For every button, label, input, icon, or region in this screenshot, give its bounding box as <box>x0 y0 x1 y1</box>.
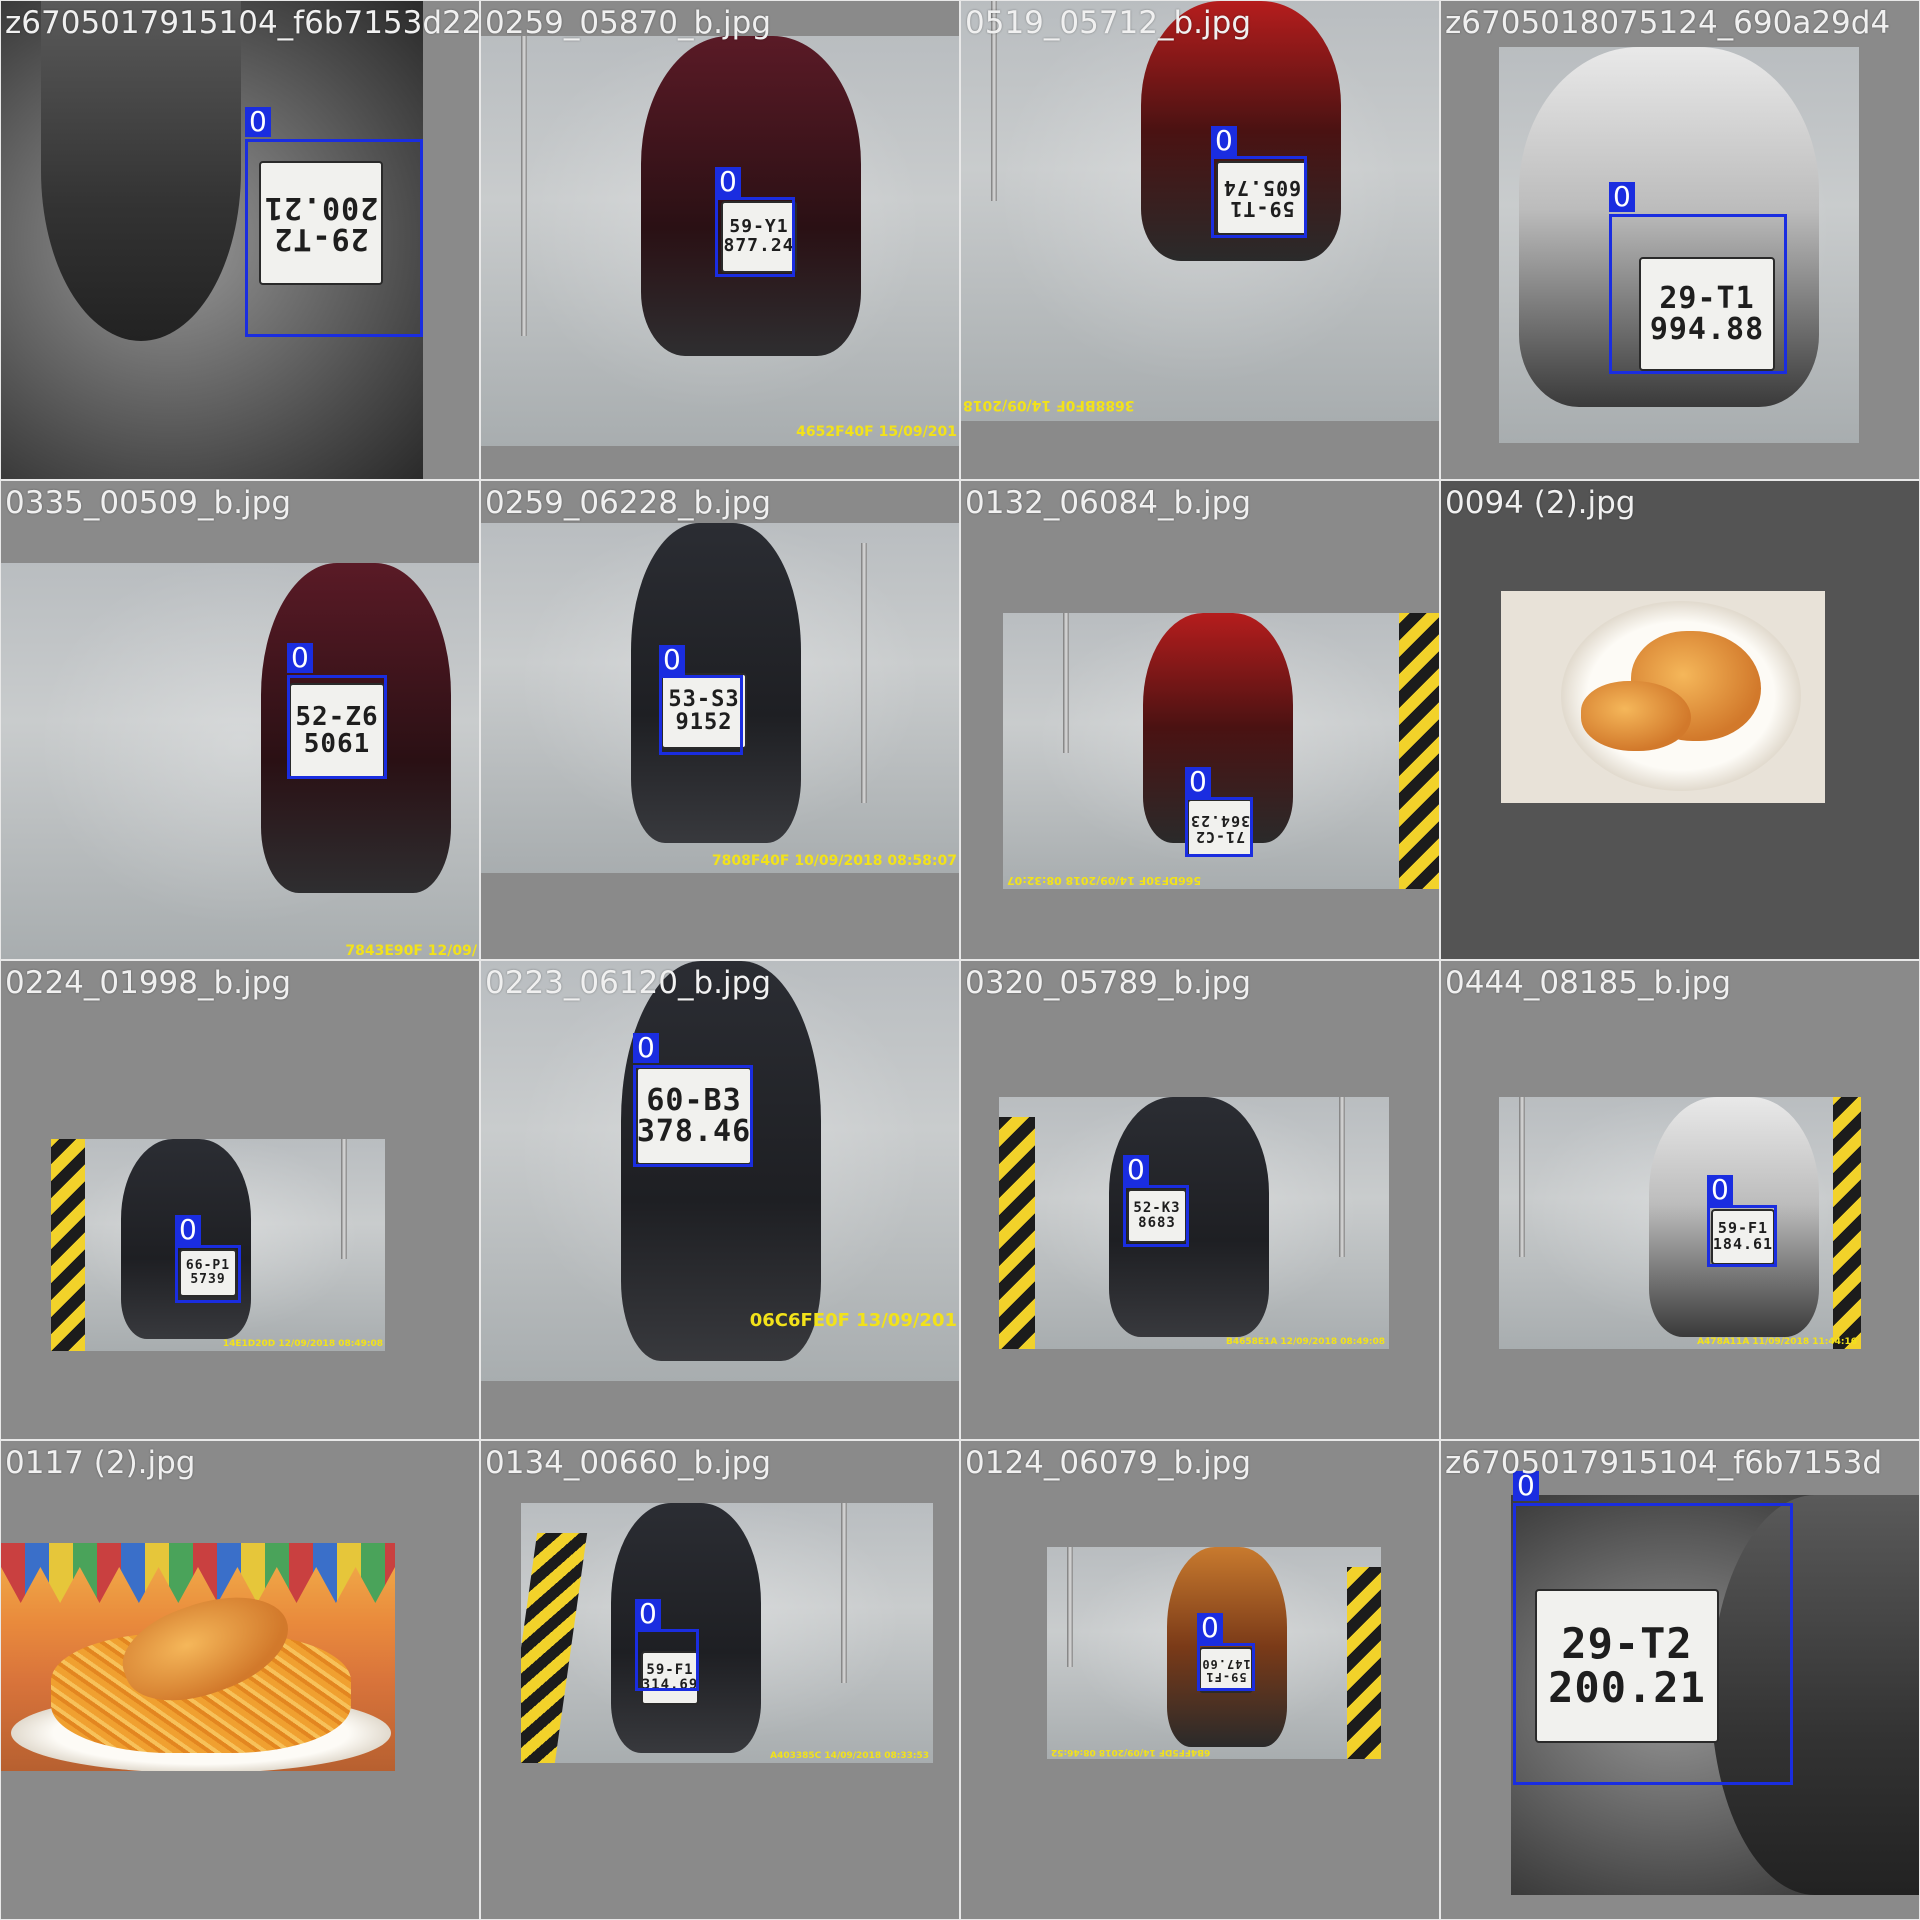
class-label: 0 <box>175 1215 201 1245</box>
detection-box <box>1197 1643 1255 1691</box>
detection-box <box>1609 214 1787 374</box>
detection-box <box>1513 1503 1793 1785</box>
detection-box <box>1211 156 1307 238</box>
tile-12: 0117 (2).jpg <box>1 1441 479 1919</box>
image-caption: 0335_00509_b.jpg <box>5 485 292 521</box>
guard-rail <box>1063 613 1069 753</box>
guard-rail <box>1519 1097 1525 1257</box>
image-caption: 0094 (2).jpg <box>1445 485 1636 521</box>
class-label: 0 <box>1197 1613 1223 1643</box>
detection-box <box>635 1629 699 1691</box>
tile-3: 29-T1 994.88 0 z6705018075124_690a29d4 <box>1441 1 1919 479</box>
guard-rail <box>341 1139 347 1259</box>
class-label: 0 <box>633 1033 659 1063</box>
hazard-stripes <box>521 1533 588 1763</box>
tile-11: 59-F1 184.61 A478A11A 11/09/2018 11:44:1… <box>1441 961 1919 1439</box>
food-photo <box>1 1543 395 1771</box>
class-label: 0 <box>1707 1175 1733 1205</box>
tile-14: 59-F1 147.60 6B4FF5DF 14/09/2018 08:46:5… <box>961 1441 1439 1919</box>
class-label: 0 <box>715 167 741 197</box>
hazard-stripes <box>1347 1567 1381 1759</box>
tile-0: 29-T2 200.21 0 z6705017915104_f6b7153d22… <box>1 1 479 479</box>
image-caption: 0132_06084_b.jpg <box>965 485 1252 521</box>
timestamp-overlay: A478A11A 11/09/2018 11:44:16 <box>1697 1337 1857 1347</box>
timestamp-overlay: 14E1D20D 12/09/2018 08:49:08 <box>222 1339 383 1349</box>
image-caption: 0320_05789_b.jpg <box>965 965 1252 1001</box>
image-caption: 0259_05870_b.jpg <box>485 5 772 41</box>
image-caption: z6705018075124_690a29d4 <box>1445 5 1891 41</box>
fried-fish <box>1581 681 1691 751</box>
tile-2: 59-T1 605.74 3688BF0F 14/09/2018 0 0519_… <box>961 1 1439 479</box>
motorbike <box>41 1 241 341</box>
guard-rail <box>1339 1097 1345 1257</box>
image-caption: 0134_00660_b.jpg <box>485 1445 772 1481</box>
image-grid: 29-T2 200.21 0 z6705017915104_f6b7153d22… <box>0 0 1920 1920</box>
image-caption: z6705017915104_f6b7153d2253305679cbe1a6b… <box>5 5 479 41</box>
image-caption: 0124_06079_b.jpg <box>965 1445 1252 1481</box>
guard-rail <box>841 1503 847 1683</box>
hazard-stripes <box>51 1139 85 1351</box>
tile-15: 29-T2 200.21 0 z6705017915104_f6b7153d <box>1441 1441 1919 1919</box>
guard-rail <box>521 36 527 336</box>
tile-8: 66-P1 5739 14E1D20D 12/09/2018 08:49:08 … <box>1 961 479 1439</box>
detection-box <box>1707 1205 1777 1267</box>
image-caption: 0224_01998_b.jpg <box>5 965 292 1001</box>
image-caption: 0259_06228_b.jpg <box>485 485 772 521</box>
timestamp-overlay: 6B4FF5DF 14/09/2018 08:46:52 <box>1051 1747 1211 1757</box>
class-label: 0 <box>287 643 313 673</box>
class-label: 0 <box>635 1599 661 1629</box>
timestamp-overlay: A403385C 14/09/2018 08:33:53 <box>770 1751 929 1761</box>
image-caption: 0117 (2).jpg <box>5 1445 196 1481</box>
timestamp-overlay: 7843E90F 12/09/ <box>345 943 477 959</box>
timestamp-overlay: 4652F40F 15/09/201 <box>796 424 957 440</box>
tile-photo: 59-F1 184.61 A478A11A 11/09/2018 11:44:1… <box>1499 1097 1861 1349</box>
tile-photo: 60-B3 378.46 06C6FE0F 13/09/201 <box>481 961 959 1381</box>
tile-photo: 59-T1 605.74 3688BF0F 14/09/2018 <box>961 1 1439 421</box>
tile-7: 0094 (2).jpg <box>1441 481 1919 959</box>
tile-10: 52-K3 8683 B4658E1A 12/09/2018 08:49:08 … <box>961 961 1439 1439</box>
motorbike <box>611 1503 761 1753</box>
timestamp-overlay: 3688BF0F 14/09/2018 <box>963 397 1135 413</box>
detection-box <box>633 1065 753 1167</box>
tile-photo: 52-Z6 5061 7843E90F 12/09/ <box>1 563 479 959</box>
image-caption: 0519_05712_b.jpg <box>965 5 1252 41</box>
tile-6: 71-C2 364.23 566DF30F 14/09/2018 08:32:0… <box>961 481 1439 959</box>
image-caption: z6705017915104_f6b7153d <box>1445 1445 1883 1481</box>
timestamp-overlay: 566DF30F 14/09/2018 08:32:07 <box>1007 874 1202 887</box>
class-label: 0 <box>1123 1155 1149 1185</box>
tile-4: 52-Z6 5061 7843E90F 12/09/ 0 0335_00509_… <box>1 481 479 959</box>
hazard-stripes <box>999 1117 1035 1349</box>
tile-photo: 59-F1 314.69 A403385C 14/09/2018 08:33:5… <box>521 1503 933 1763</box>
detection-box <box>287 675 387 779</box>
detection-box <box>175 1245 241 1303</box>
tile-1: 59-Y1 877.24 4652F40F 15/09/201 0 0259_0… <box>481 1 959 479</box>
tile-5: 53-S3 9152 7808F40F 10/09/2018 08:58:07 … <box>481 481 959 959</box>
hazard-stripes <box>1399 613 1439 889</box>
food-photo <box>1501 591 1825 803</box>
class-label: 0 <box>659 645 685 675</box>
class-label: 0 <box>245 107 271 137</box>
detection-box <box>1123 1185 1189 1247</box>
timestamp-overlay: 7808F40F 10/09/2018 08:58:07 <box>711 853 957 869</box>
tile-13: 59-F1 314.69 A403385C 14/09/2018 08:33:5… <box>481 1441 959 1919</box>
timestamp-overlay: 06C6FE0F 13/09/201 <box>749 1310 957 1331</box>
timestamp-overlay: B4658E1A 12/09/2018 08:49:08 <box>1226 1337 1385 1347</box>
class-label: 0 <box>1185 767 1211 797</box>
tile-9: 60-B3 378.46 06C6FE0F 13/09/201 0 0223_0… <box>481 961 959 1439</box>
detection-box <box>659 675 743 755</box>
class-label: 0 <box>1211 126 1237 156</box>
guard-rail <box>1067 1547 1073 1667</box>
image-caption: 0223_06120_b.jpg <box>485 965 772 1001</box>
image-caption: 0444_08185_b.jpg <box>1445 965 1732 1001</box>
detection-box <box>1185 797 1253 857</box>
detection-box <box>245 139 423 337</box>
hazard-stripes <box>1833 1097 1861 1349</box>
class-label: 0 <box>1609 182 1635 212</box>
guard-rail <box>861 543 867 803</box>
bunting-banner <box>1 1543 395 1603</box>
tile-photo: 52-K3 8683 B4658E1A 12/09/2018 08:49:08 <box>999 1097 1389 1349</box>
motorbike <box>641 36 861 356</box>
detection-box <box>715 197 795 277</box>
